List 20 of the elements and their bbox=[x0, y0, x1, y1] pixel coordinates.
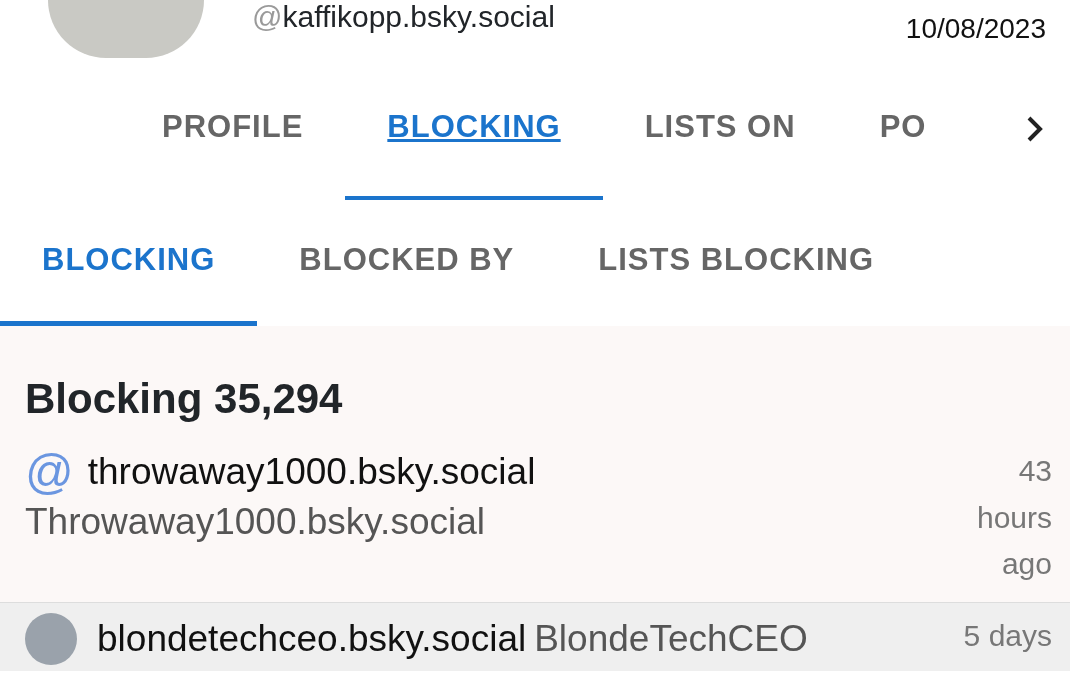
display-name: Throwaway1000.bsky.social bbox=[25, 500, 486, 545]
tab[interactable]: PROFILE bbox=[120, 58, 346, 200]
blocked-account-row[interactable]: @ throwaway1000.bsky.social Throwaway1000.bsky.social 43 hours ago bbox=[0, 440, 1070, 602]
block-time: 5 days bbox=[962, 617, 1052, 654]
profile-handle: kaffikopp.bsky.social bbox=[282, 0, 555, 33]
display-name: BlondeTechCEO bbox=[534, 617, 808, 661]
list-heading: Blocking 35,294 bbox=[24, 374, 344, 424]
tab[interactable]: PO bbox=[837, 58, 969, 200]
join-date: 10/08/2023 bbox=[905, 12, 1046, 46]
block-time: 43 hours ago bbox=[975, 453, 1052, 583]
at-sign-avatar: @ bbox=[25, 448, 74, 497]
account-handle: blondetechceo.bsky.social bbox=[97, 616, 527, 661]
avatar-photo-placeholder bbox=[25, 612, 77, 665]
sub-tab[interactable]: LISTS BLOCKING bbox=[556, 200, 917, 326]
account-handle: throwaway1000.bsky.social bbox=[87, 450, 536, 495]
sub-tab[interactable]: BLOCKED BY bbox=[257, 200, 557, 326]
tab[interactable]: LISTS ON bbox=[602, 58, 838, 200]
handle-prefix: @ bbox=[252, 0, 283, 33]
tab[interactable]: BLOCKING bbox=[345, 58, 603, 200]
blocked-account-row[interactable]: blondetechceo.bsky.social BlondeTechCEO 5 days bbox=[0, 601, 1070, 671]
